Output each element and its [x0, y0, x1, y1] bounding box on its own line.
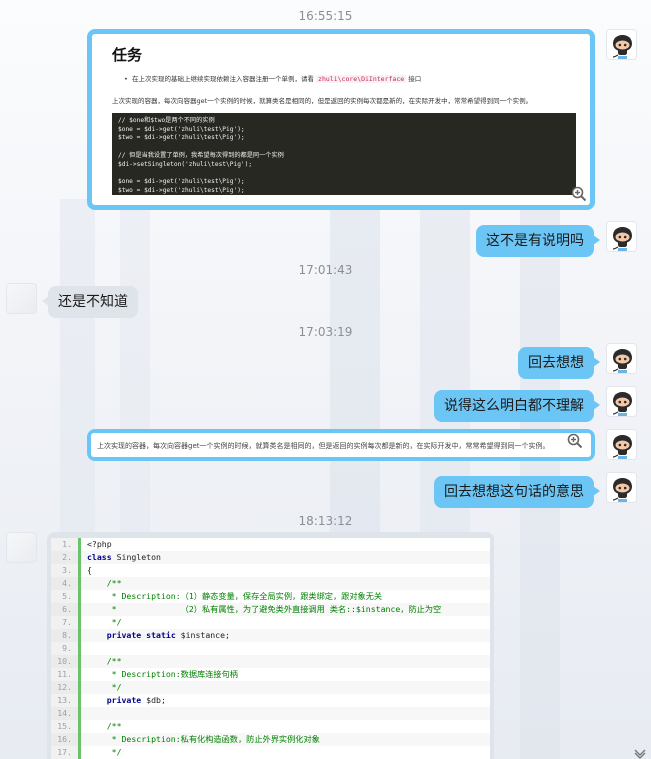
- message-bubble-other[interactable]: 还是不知道: [42, 286, 138, 318]
- message-bubble-self[interactable]: 回去想想: [518, 347, 600, 379]
- code-text: * （2）私有属性，为了避免类外直接调用 类名::$instance，防止为空: [87, 604, 442, 614]
- task-bullet-text: 在上次实现的基础上继续实现依赖注入容器注册一个单例，请看: [131, 75, 314, 83]
- message-bubble-self[interactable]: 这不是有说明吗: [476, 225, 600, 257]
- zoom-in-icon[interactable]: [571, 186, 587, 202]
- blank-avatar-icon[interactable]: [6, 532, 37, 563]
- task-image-message[interactable]: 任务 • 在上次实现的基础上继续实现依赖注入容器注册一个单例，请看 zhuli\…: [87, 29, 595, 210]
- chevron-down-icon[interactable]: [633, 747, 647, 759]
- line-number: 6.: [51, 603, 81, 616]
- code-line: 12. */: [51, 681, 490, 694]
- task-code-line: $two = $di->get('zhuli\test\Pig');: [118, 186, 245, 194]
- line-number: 10.: [51, 655, 81, 668]
- code-text: /**: [87, 721, 122, 731]
- code-text: private $db;: [106, 695, 166, 705]
- timestamp: 17:03:19: [298, 325, 353, 339]
- code-line: 14.: [51, 707, 490, 720]
- task-paragraph: 上次实现的容器，每次向容器get一个实例的时候，就算类名是相同的，但是返回的实例…: [112, 97, 533, 105]
- octocat-avatar-icon[interactable]: [606, 386, 637, 417]
- code-text: /**: [87, 656, 122, 666]
- code-text: * Description:数据库连接句柄: [87, 669, 238, 679]
- code-line: 8. private static $instance;: [51, 629, 490, 642]
- task-code-line: $one = $di->get('zhuli\test\Pig');: [118, 177, 245, 185]
- line-number: 12.: [51, 681, 81, 694]
- code-text: */: [87, 747, 122, 757]
- code-text: <?php: [87, 539, 112, 549]
- line-number: 5.: [51, 590, 81, 603]
- line-number: 14.: [51, 707, 81, 720]
- code-line: 7. */: [51, 616, 490, 629]
- code-line: 4. /**: [51, 577, 490, 590]
- octocat-avatar-icon[interactable]: [606, 429, 637, 460]
- task-title: 任务: [112, 46, 143, 64]
- code-line: 10. /**: [51, 655, 490, 668]
- code-text: /**: [87, 578, 122, 588]
- task-code-line: $two = $di->get('zhuli\test\Pig');: [118, 134, 245, 142]
- message-bubble-self[interactable]: 回去想想这句话的意思: [434, 476, 600, 508]
- code-line: 9.: [51, 642, 490, 655]
- line-number: 4.: [51, 577, 81, 590]
- code-line: 11. * Description:数据库连接句柄: [51, 668, 490, 681]
- code-text: */: [87, 617, 122, 627]
- code-text: */: [87, 682, 122, 692]
- quote-image: 上次实现的容器，每次向容器get一个实例的时候，就算类名是相同的，但是返回的实例…: [91, 433, 591, 457]
- code-text: * Description:（1）静态变量，保存全局实例，跟类绑定，跟对象无关: [87, 591, 383, 601]
- blank-avatar-icon[interactable]: [6, 283, 37, 314]
- line-number: 16.: [51, 733, 81, 746]
- code-line: 6. * （2）私有属性，为了避免类外直接调用 类名::$instance，防止…: [51, 603, 490, 616]
- octocat-avatar-icon[interactable]: [606, 343, 637, 374]
- timestamp: 17:01:43: [298, 263, 353, 277]
- task-code-line: [118, 169, 570, 178]
- line-number: 7.: [51, 616, 81, 629]
- code-line: 5. * Description:（1）静态变量，保存全局实例，跟类绑定，跟对象…: [51, 590, 490, 603]
- line-number: 8.: [51, 629, 81, 642]
- task-bullet: • 在上次实现的基础上继续实现依赖注入容器注册一个单例，请看 zhuli\cor…: [124, 75, 422, 83]
- code-line: 2. class Singleton: [51, 551, 490, 564]
- octocat-avatar-icon[interactable]: [606, 29, 637, 60]
- zoom-in-icon[interactable]: [567, 433, 583, 449]
- code-message[interactable]: 1. <?php 2. class Singleton 3.{4. /** 5. * De…: [47, 532, 494, 759]
- timestamp: 18:13:12: [298, 514, 353, 528]
- code-line: 16. * Description:私有化构造函数，防止外界实例化对象: [51, 733, 490, 746]
- octocat-avatar-icon[interactable]: [606, 472, 637, 503]
- quote-text: 上次实现的容器，每次向容器get一个实例的时候，就算类名是相同的，但是返回的实例…: [97, 442, 550, 450]
- task-bullet-code: zhuli\core\DiInterface: [316, 75, 407, 83]
- line-number: 2.: [51, 551, 81, 564]
- line-number: 17.: [51, 746, 81, 759]
- task-code-block: // $one和$two是两个不同的实例 $one = $di->get('zhu…: [112, 113, 576, 195]
- line-number: 9.: [51, 642, 81, 655]
- octocat-avatar-icon[interactable]: [606, 221, 637, 252]
- line-number: 1.: [51, 538, 81, 551]
- code-line: 17. */: [51, 746, 490, 759]
- line-number: 3.: [51, 564, 81, 577]
- code-line: 1. <?php: [51, 538, 490, 551]
- message-bubble-self[interactable]: 说得这么明白都不理解: [434, 390, 600, 422]
- line-number: 13.: [51, 694, 81, 707]
- task-image: 任务 • 在上次实现的基础上继续实现依赖注入容器注册一个单例，请看 zhuli\…: [92, 34, 590, 205]
- code-line: 3. {: [51, 564, 490, 577]
- code-line: 13. private $db;: [51, 694, 490, 707]
- task-bullet-suffix: 接口: [408, 75, 422, 83]
- task-code-line: [118, 143, 570, 152]
- code-text: {: [87, 565, 92, 575]
- task-code-line: $di->setSingleton('zhuli\test\Pig');: [118, 160, 253, 168]
- task-code-line: $one = $di->get('zhuli\test\Pig');: [118, 125, 245, 133]
- line-number: 11.: [51, 668, 81, 681]
- timestamp: 16:55:15: [298, 9, 353, 23]
- code-line: 15. /**: [51, 720, 490, 733]
- quote-image-message[interactable]: 上次实现的容器，每次向容器get一个实例的时候，就算类名是相同的，但是返回的实例…: [87, 429, 595, 461]
- code-text: class Singleton: [87, 552, 161, 562]
- code-listing: 1. <?php 2. class Singleton 3.{4. /** 5. * De…: [51, 538, 490, 759]
- task-code-line: // $one和$two是两个不同的实例: [118, 117, 215, 124]
- line-number: 15.: [51, 720, 81, 733]
- code-text: private static $instance;: [106, 630, 230, 640]
- task-code-line: // 但是当我设置了单例，我希望每次得到的都是同一个实例: [118, 151, 284, 159]
- code-text: * Description:私有化构造函数，防止外界实例化对象: [87, 734, 320, 744]
